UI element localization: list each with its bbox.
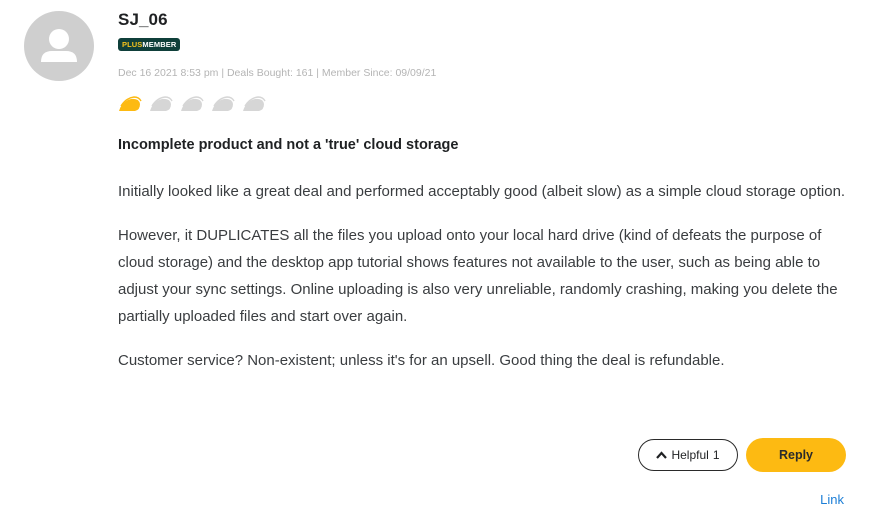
taco-icon <box>150 96 173 111</box>
helpful-label: Helpful <box>671 448 709 462</box>
username[interactable]: SJ_06 <box>118 10 168 30</box>
taco-icon <box>243 96 266 111</box>
review-paragraph: Customer service? Non-existent; unless i… <box>118 352 725 369</box>
review-paragraph: However, it DUPLICATES all the files you… <box>118 227 838 325</box>
avatar <box>24 11 94 81</box>
review-paragraph: Initially looked like a great deal and p… <box>118 183 846 200</box>
rating <box>117 95 267 113</box>
review-title: Incomplete product and not a 'true' clou… <box>118 137 459 153</box>
taco-icon <box>212 96 235 111</box>
chevron-up-icon <box>656 451 668 459</box>
taco-icon <box>181 96 204 111</box>
reply-button[interactable]: Reply <box>746 438 846 472</box>
badge-suffix: MEMBER <box>142 40 177 49</box>
helpful-button[interactable]: Helpful 1 <box>638 439 738 471</box>
review-body: Initially looked like a great deal and p… <box>118 178 853 391</box>
taco-icon <box>119 96 142 111</box>
helpful-count: 1 <box>712 448 720 462</box>
review-meta: Dec 16 2021 8:53 pm | Deals Bought: 161 … <box>118 67 437 79</box>
badge-prefix: PLUS <box>122 40 143 49</box>
permalink[interactable]: Link <box>820 492 844 507</box>
plus-member-badge: PLUSMEMBER <box>118 38 181 51</box>
user-placeholder-icon <box>41 29 77 62</box>
